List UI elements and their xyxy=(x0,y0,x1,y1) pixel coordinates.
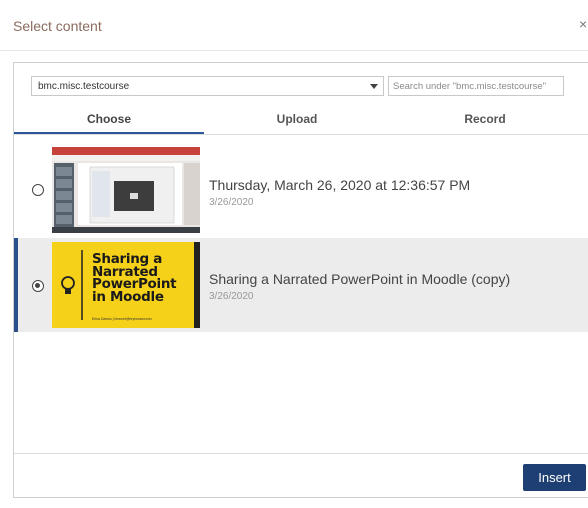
dialog-header: Select content × xyxy=(0,0,588,51)
tab-bar: Choose Upload Record xyxy=(14,106,588,135)
item-date: 3/26/2020 xyxy=(209,291,254,302)
select-radio[interactable] xyxy=(32,184,44,196)
close-icon[interactable]: × xyxy=(579,16,587,32)
list-item-selected[interactable]: Sharing a Narrated PowerPoint in Moodle … xyxy=(14,238,588,332)
video-thumbnail-screen xyxy=(52,147,200,233)
insert-button[interactable]: Insert xyxy=(523,464,586,491)
course-select-value: bmc.misc.testcourse xyxy=(38,81,130,92)
slide-title-text: Sharing a Narrated PowerPoint in Moodle xyxy=(92,251,177,305)
item-date: 3/26/2020 xyxy=(209,197,254,208)
dialog-title: Select content xyxy=(13,18,102,34)
select-radio[interactable] xyxy=(32,280,44,292)
search-input[interactable] xyxy=(388,76,564,96)
chevron-down-icon xyxy=(370,84,378,89)
screen-recording-image xyxy=(52,147,200,233)
item-title: Thursday, March 26, 2020 at 12:36:57 PM xyxy=(209,177,471,193)
video-thumbnail-slide: Sharing a Narrated PowerPoint in Moodle … xyxy=(52,242,200,328)
item-title: Sharing a Narrated PowerPoint in Moodle … xyxy=(209,271,511,287)
tab-choose[interactable]: Choose xyxy=(14,106,204,134)
slide-footer-text: Erica Daviso | bmcnet@brynmawr.edu xyxy=(92,317,152,321)
tab-upload[interactable]: Upload xyxy=(204,106,390,134)
course-select[interactable]: bmc.misc.testcourse xyxy=(31,76,384,96)
list-item[interactable]: Thursday, March 26, 2020 at 12:36:57 PM … xyxy=(14,142,588,236)
tab-record[interactable]: Record xyxy=(390,106,580,134)
footer-divider xyxy=(14,453,588,454)
